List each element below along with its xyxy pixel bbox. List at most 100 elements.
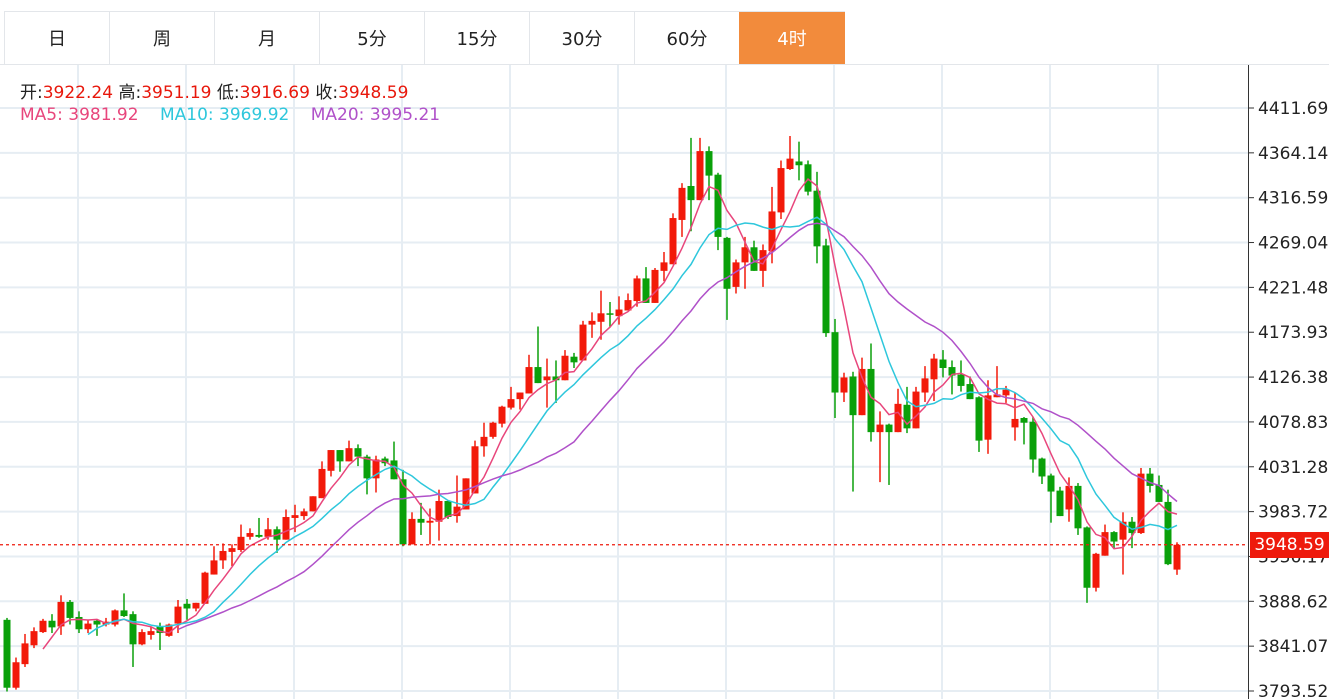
candle <box>714 172 722 251</box>
ma5-value: 3981.92 <box>68 105 139 125</box>
candle <box>903 386 911 434</box>
candle <box>696 137 704 201</box>
candle-body <box>1029 421 1037 460</box>
candle-body <box>849 376 857 416</box>
candle <box>561 350 569 381</box>
candle-body <box>516 392 524 400</box>
candle-body <box>174 606 182 624</box>
candle-body <box>669 218 677 265</box>
candle <box>489 421 497 439</box>
candle <box>831 318 839 418</box>
candle-body <box>867 368 875 433</box>
candle-body <box>1083 527 1091 588</box>
candle-body <box>435 500 443 522</box>
y-tick-label: 4078.83 <box>1258 413 1328 433</box>
candle-body <box>885 424 893 433</box>
y-tick-label: 4269.04 <box>1258 234 1328 254</box>
candle <box>138 629 146 646</box>
candle-body <box>3 619 11 688</box>
y-tick-label: 4364.14 <box>1258 144 1328 164</box>
candle-body <box>1020 417 1028 423</box>
candle-body <box>228 548 236 552</box>
candle <box>129 611 137 667</box>
candle-body <box>1110 532 1118 542</box>
candle-body <box>48 620 56 628</box>
candle <box>453 475 461 523</box>
candle <box>210 546 218 575</box>
close-value: 3948.59 <box>338 83 409 103</box>
y-tick-label: 3888.62 <box>1258 592 1328 612</box>
candle <box>255 517 263 538</box>
candle-body <box>921 378 929 393</box>
candle-body <box>480 436 488 447</box>
candle-body <box>912 391 920 429</box>
candle-body <box>741 247 749 263</box>
ma5-label: MA5: <box>20 105 63 125</box>
candle-body <box>633 278 641 302</box>
candle-body <box>1011 418 1019 428</box>
candle <box>1020 417 1028 445</box>
candle <box>588 312 596 338</box>
candle <box>1092 552 1100 592</box>
candle <box>1173 542 1181 575</box>
candle <box>525 354 533 394</box>
candle-body <box>579 324 587 361</box>
candle-body <box>21 643 29 665</box>
candle <box>921 366 929 402</box>
candle <box>507 386 515 410</box>
candle-body <box>687 185 695 201</box>
ma20-value: 3995.21 <box>369 105 441 125</box>
candle-body <box>588 320 596 325</box>
candle-body <box>984 395 992 440</box>
candle <box>939 350 947 378</box>
candle-body <box>246 533 254 537</box>
y-tick-label: 4031.28 <box>1258 458 1328 478</box>
candle <box>435 489 443 541</box>
candle-body <box>1002 389 1010 396</box>
high-value: 3951.19 <box>141 83 212 103</box>
high-label: 高: <box>118 83 142 103</box>
candle-body <box>507 399 515 408</box>
candle <box>1056 486 1064 517</box>
candle <box>48 614 56 634</box>
candle <box>345 440 353 462</box>
candle-body <box>390 460 398 480</box>
candle-body <box>498 406 506 424</box>
open-label: 开: <box>20 83 43 103</box>
candle-body <box>723 237 731 289</box>
candle <box>624 293 632 311</box>
y-tick-label: 4126.38 <box>1258 368 1328 388</box>
candle-body <box>876 424 884 433</box>
candle-body <box>192 602 200 609</box>
candle <box>804 160 812 196</box>
candle-body <box>732 262 740 287</box>
candle <box>1083 526 1091 603</box>
candle-body <box>309 496 317 512</box>
candle-body <box>237 536 245 551</box>
candle-body <box>840 377 848 393</box>
y-tick-label: 4411.69 <box>1258 99 1328 119</box>
candle-body <box>975 397 983 441</box>
candle <box>21 633 29 667</box>
candle-body <box>1101 532 1109 556</box>
candle-body <box>291 515 299 518</box>
candle-body <box>1056 490 1064 517</box>
candle-body <box>93 620 101 625</box>
candle <box>741 236 749 289</box>
candle-body <box>39 620 47 633</box>
candle <box>84 619 92 634</box>
candle <box>282 509 290 540</box>
candle <box>822 238 830 337</box>
candle <box>480 422 488 457</box>
candle-body <box>318 468 326 499</box>
candle-body <box>651 269 659 303</box>
candle-body <box>678 187 686 220</box>
y-tick-label: 4173.93 <box>1258 323 1328 343</box>
candle-body <box>1173 544 1181 570</box>
ma10-label: MA10: <box>159 105 214 125</box>
candle-body <box>606 313 614 315</box>
candle <box>408 512 416 545</box>
candle-body <box>705 151 713 176</box>
candle-body <box>138 632 146 645</box>
candle-body <box>525 367 533 394</box>
